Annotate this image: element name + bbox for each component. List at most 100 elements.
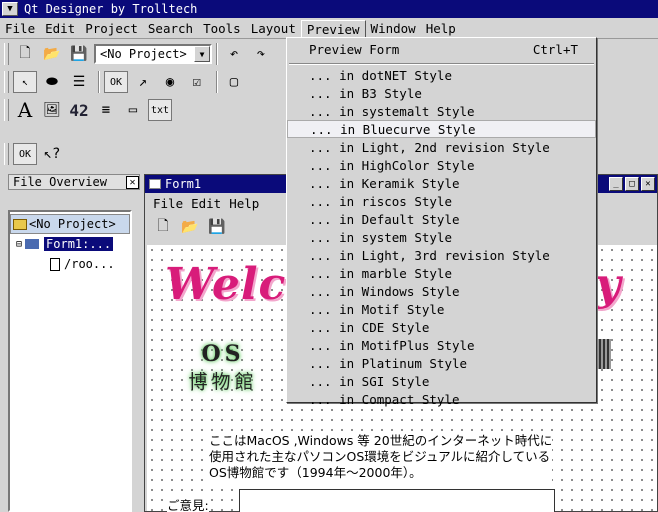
preview-style-item[interactable]: ... in dotNET Style [287,66,596,84]
folder-icon [13,218,27,230]
preview-style-item[interactable]: ... in CDE Style [287,318,596,336]
pointer-icon[interactable]: ↖ [13,71,37,93]
menu-preview[interactable]: Preview [300,19,366,38]
form-menu-file[interactable]: File [149,196,187,211]
file-overview-header: File Overview ✕ [8,174,140,190]
pushbutton-icon[interactable]: OK [104,71,128,93]
lcdnumber-icon[interactable]: 42 [67,99,91,121]
form-menu-help[interactable]: Help [225,196,263,211]
preview-style-item-highlighted[interactable]: ... in Bluecurve Style [287,120,596,138]
connect-signals-icon[interactable]: ⬬ [40,71,64,93]
line-icon[interactable]: ≡ [94,99,118,121]
tree-item-form[interactable]: ⊟ Form1:... [10,234,130,254]
preview-style-item[interactable]: ... in Platinum Style [287,354,596,372]
decorative-image [595,339,611,369]
tree-item-project[interactable]: <No Project> [10,214,130,234]
file-overview-tree[interactable]: <No Project> ⊟ Form1:... /roo... [8,210,132,512]
groupbox-icon[interactable]: ▢ [222,71,246,93]
minimize-icon[interactable]: _ [609,177,623,191]
toolbar-grip[interactable] [4,71,9,93]
preview-style-item[interactable]: ... in Keramik Style [287,174,596,192]
textlabel-icon[interactable]: A [13,98,37,122]
save-icon[interactable]: 💾 [205,216,229,238]
preview-style-item[interactable]: ... in systemalt Style [287,102,596,120]
tree-item-child[interactable]: /roo... [10,254,130,274]
preview-form-shortcut: Ctrl+T [532,41,578,57]
opinion-input[interactable] [239,489,555,512]
menu-layout[interactable]: Layout [246,20,301,38]
menu-edit[interactable]: Edit [40,20,80,38]
preview-style-item[interactable]: ... in Motif Style [287,300,596,318]
app-title: Qt Designer by Trolltech [24,2,198,16]
chevron-down-icon[interactable]: ▼ [194,46,210,62]
menu-tools[interactable]: Tools [198,20,246,38]
form-window-controls: _ □ ✕ [609,177,655,191]
open-folder-icon[interactable]: 📂 [40,43,64,65]
preview-style-item[interactable]: ... in Light, 2nd revision Style [287,138,596,156]
checkbox-icon[interactable]: ☑ [185,71,209,93]
opinion-label: ご意見: [167,495,209,512]
dialog-icon[interactable]: OK [13,143,37,165]
menu-project[interactable]: Project [80,20,143,38]
menu-file[interactable]: File [0,20,40,38]
welcome-banner-tail: y [595,259,621,310]
toolbar-separator [216,71,218,93]
save-icon[interactable]: 💾 [67,43,91,65]
preview-style-item[interactable]: ... in Light, 3rd revision Style [287,246,596,264]
tab-order-icon[interactable]: ☰ [67,71,91,93]
preview-style-item[interactable]: ... in system Style [287,228,596,246]
project-combo-value: <No Project> [100,47,187,61]
intro-text: ここはMacOS ,Windows 等 20世紀のインターネット時代に 使用され… [209,433,553,481]
progressbar-icon[interactable]: ▭ [121,99,145,121]
preview-form-item[interactable]: Preview Form Ctrl+T [287,40,596,58]
file-overview-panel: File Overview ✕ <No Project> ⊟ Form1:...… [8,174,140,512]
window-menu-button[interactable]: ▼ [2,2,18,16]
preview-style-item[interactable]: ... in SGI Style [287,372,596,390]
new-file-icon[interactable]: 🗋 [13,43,37,65]
close-icon[interactable]: ✕ [126,175,139,189]
preview-style-item[interactable]: ... in HighColor Style [287,156,596,174]
preview-style-item[interactable]: ... in MotifPlus Style [287,336,596,354]
preview-style-item[interactable]: ... in marble Style [287,264,596,282]
tree-child-label: /roo... [64,257,115,271]
preview-style-item[interactable]: ... in Windows Style [287,282,596,300]
close-icon[interactable]: ✕ [641,177,655,191]
form-window-icon [24,238,41,250]
toolbar-separator [216,43,218,65]
toolbutton-icon[interactable]: ↗ [131,71,155,93]
toolbar-grip[interactable] [4,99,9,121]
os-logo-line1: OS [201,341,245,367]
whats-this-icon[interactable]: ↖? [40,143,64,165]
app-titlebar: ▼ Qt Designer by Trolltech [0,0,658,18]
project-combo[interactable]: <No Project> ▼ [94,44,212,64]
redo-icon[interactable]: ↷ [249,43,273,65]
form-window-icon [149,179,161,189]
preview-style-item[interactable]: ... in riscos Style [287,192,596,210]
undo-icon[interactable]: ↶ [222,43,246,65]
preview-style-item[interactable]: ... in B3 Style [287,84,596,102]
menu-search[interactable]: Search [143,20,198,38]
form-window-title: Form1 [165,177,202,191]
maximize-icon[interactable]: □ [625,177,639,191]
radiobutton-icon[interactable]: ◉ [158,71,182,93]
new-file-icon[interactable]: 🗋 [151,216,175,238]
toolbar-grip[interactable] [4,143,9,165]
intro-line-1: ここはMacOS ,Windows 等 20世紀のインターネット時代に [209,433,553,448]
textview-icon[interactable]: txt [148,99,172,121]
collapse-icon[interactable]: ⊟ [16,239,22,250]
preview-style-item[interactable]: ... in Compact Style [287,390,596,408]
open-folder-icon[interactable]: 📂 [178,216,202,238]
os-logo-line2: 博物館 [188,371,258,393]
file-overview-title: File Overview [13,175,107,189]
preview-dropdown-menu: Preview Form Ctrl+T ... in dotNET Style … [286,37,597,407]
main-menubar: File Edit Project Search Tools Layout Pr… [0,19,658,39]
menu-help[interactable]: Help [421,20,461,38]
toolbar-grip[interactable] [4,43,9,65]
form-menu-edit[interactable]: Edit [187,196,225,211]
menu-window[interactable]: Window [366,20,421,38]
document-icon [50,257,60,271]
preview-form-label: Preview Form [309,41,400,57]
preview-style-item[interactable]: ... in Default Style [287,210,596,228]
toolbar-separator [98,71,100,93]
pixmaplabel-icon[interactable]: 🖼 [40,99,64,121]
